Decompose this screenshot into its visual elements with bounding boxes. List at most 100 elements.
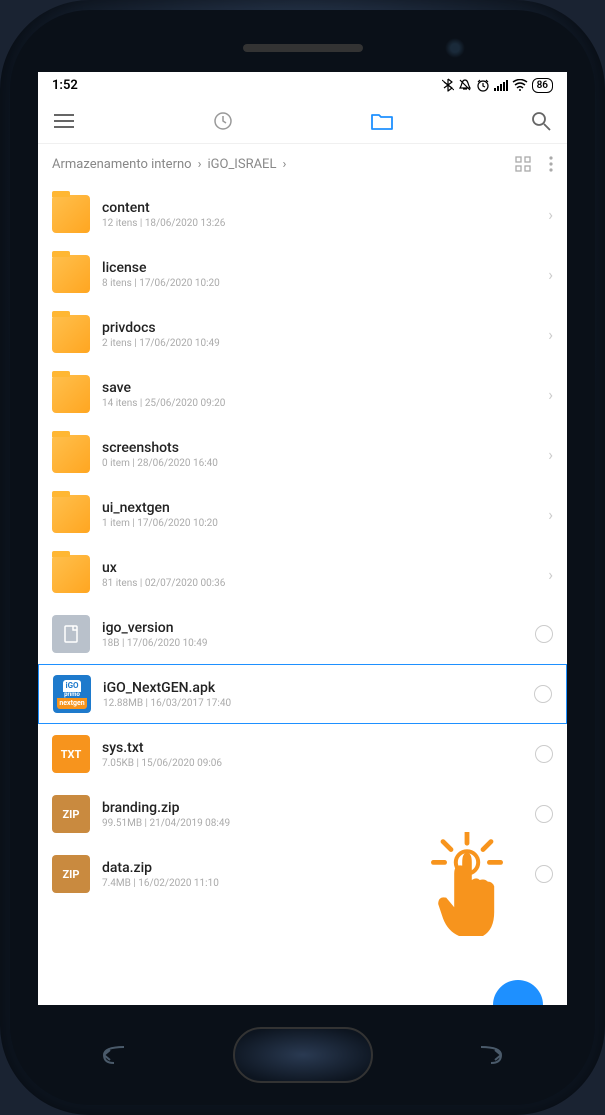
file-meta: 8 itens | 17/06/2020 10:20	[102, 278, 536, 289]
file-name: license	[102, 260, 536, 276]
file-info: save 14 itens | 25/06/2020 09:20	[102, 380, 536, 409]
clock: 1:52	[52, 78, 78, 93]
menu-button[interactable]	[52, 109, 76, 133]
file-row[interactable]: ui_nextgen 1 item | 17/06/2020 10:20 ›	[38, 484, 567, 544]
file-row[interactable]: igo_version 18B | 17/06/2020 10:49	[38, 604, 567, 664]
file-row[interactable]: iGOprimonextgen iGO_NextGEN.apk 12.88MB | …	[38, 664, 567, 724]
file-info: igo_version 18B | 17/06/2020 10:49	[102, 620, 523, 649]
file-meta: 12 itens | 18/06/2020 13:26	[102, 218, 536, 229]
recent-tab[interactable]	[211, 109, 235, 133]
signal-icon	[494, 79, 508, 91]
select-radio[interactable]	[535, 865, 553, 883]
file-meta: 99.51MB | 21/04/2019 08:49	[102, 818, 523, 829]
file-row[interactable]: screenshots 0 item | 28/06/2020 16:40 ›	[38, 424, 567, 484]
chevron-right-icon: ›	[198, 157, 202, 172]
zip-icon: ZIP	[52, 855, 90, 893]
file-info: sys.txt 7.05KB | 15/06/2020 09:06	[102, 740, 523, 769]
file-row[interactable]: privdocs 2 itens | 17/06/2020 10:49 ›	[38, 304, 567, 364]
file-row[interactable]: TXT sys.txt 7.05KB | 15/06/2020 09:06	[38, 724, 567, 784]
file-meta: 7.05KB | 15/06/2020 09:06	[102, 758, 523, 769]
file-info: ui_nextgen 1 item | 17/06/2020 10:20	[102, 500, 536, 529]
file-meta: 81 itens | 02/07/2020 00:36	[102, 578, 536, 589]
document-icon	[52, 615, 90, 653]
android-home-button[interactable]	[233, 1027, 373, 1083]
speaker-grille	[243, 44, 363, 52]
front-camera	[445, 38, 465, 58]
file-info: branding.zip 99.51MB | 21/04/2019 08:49	[102, 800, 523, 829]
file-name: content	[102, 200, 536, 216]
screen: 1:52 8	[38, 72, 567, 1005]
chevron-right-icon: ›	[282, 157, 286, 172]
file-name: ui_nextgen	[102, 500, 536, 516]
search-button[interactable]	[529, 109, 553, 133]
chevron-right-icon: ›	[548, 505, 553, 524]
file-name: sys.txt	[102, 740, 523, 756]
breadcrumb-bar: Armazenamento interno › iGO_ISRAEL ›	[38, 144, 567, 184]
android-back-button[interactable]	[100, 1045, 126, 1065]
bluetooth-icon	[442, 78, 454, 92]
status-icons: 86	[442, 78, 553, 93]
folder-icon	[52, 195, 90, 233]
folder-icon	[52, 315, 90, 353]
folder-icon	[52, 375, 90, 413]
chevron-right-icon: ›	[548, 325, 553, 344]
file-row[interactable]: content 12 itens | 18/06/2020 13:26 ›	[38, 184, 567, 244]
file-row[interactable]: save14 itens | 25/06/2020 09:20›	[38, 364, 567, 424]
select-radio[interactable]	[534, 685, 552, 703]
alarm-icon	[476, 78, 490, 92]
file-name: screenshots	[102, 440, 536, 456]
folder-icon	[52, 255, 90, 293]
breadcrumb-actions	[515, 156, 553, 172]
dnd-icon	[458, 78, 472, 92]
file-row[interactable]: ZIP data.zip 7.4MB | 16/02/2020 11:10	[38, 844, 567, 904]
file-info: screenshots 0 item | 28/06/2020 16:40	[102, 440, 536, 469]
file-name: igo_version	[102, 620, 523, 636]
folder-icon	[52, 495, 90, 533]
overflow-menu-button[interactable]	[549, 156, 553, 172]
chevron-right-icon: ›	[548, 205, 553, 224]
file-meta: 0 item | 28/06/2020 16:40	[102, 458, 536, 469]
zip-icon: ZIP	[52, 795, 90, 833]
toolbar	[38, 98, 567, 144]
status-bar: 1:52 8	[38, 72, 567, 98]
file-name: branding.zip	[102, 800, 523, 816]
wifi-icon	[512, 79, 528, 91]
chevron-right-icon: ›	[548, 565, 553, 584]
file-row[interactable]: license8 itens | 17/06/2020 10:20›	[38, 244, 567, 304]
file-row[interactable]: ZIP branding.zip 99.51MB | 21/04/2019 08:4…	[38, 784, 567, 844]
select-radio[interactable]	[535, 805, 553, 823]
chevron-right-icon: ›	[548, 445, 553, 464]
file-row[interactable]: ux 81 itens | 02/07/2020 00:36 ›	[38, 544, 567, 604]
file-meta: 2 itens | 17/06/2020 10:49	[102, 338, 536, 349]
folder-icon	[52, 555, 90, 593]
phone-bezel: 1:52 8	[10, 10, 595, 1105]
breadcrumb-folder[interactable]: iGO_ISRAEL	[207, 157, 276, 172]
file-meta: 12.88MB | 16/03/2017 17:40	[103, 698, 522, 709]
apk-icon: iGOprimonextgen	[53, 675, 91, 713]
file-list[interactable]: content 12 itens | 18/06/2020 13:26 › licen…	[38, 184, 567, 1005]
file-name: iGO_NextGEN.apk	[103, 680, 522, 696]
files-tab[interactable]	[370, 109, 394, 133]
file-info: ux 81 itens | 02/07/2020 00:36	[102, 560, 536, 589]
file-name: data.zip	[102, 860, 523, 876]
battery-indicator: 86	[532, 78, 553, 93]
breadcrumb[interactable]: Armazenamento interno › iGO_ISRAEL ›	[52, 157, 286, 172]
file-info: data.zip 7.4MB | 16/02/2020 11:10	[102, 860, 523, 889]
grid-view-button[interactable]	[515, 156, 531, 172]
file-name: save	[102, 380, 536, 396]
txt-icon: TXT	[52, 735, 90, 773]
file-info: license 8 itens | 17/06/2020 10:20	[102, 260, 536, 289]
file-meta: 7.4MB | 16/02/2020 11:10	[102, 878, 523, 889]
file-meta: 14 itens | 25/06/2020 09:20	[102, 398, 536, 409]
android-recent-button[interactable]	[479, 1045, 505, 1065]
select-radio[interactable]	[535, 745, 553, 763]
file-info: content 12 itens | 18/06/2020 13:26	[102, 200, 536, 229]
breadcrumb-root[interactable]: Armazenamento interno	[52, 157, 192, 172]
file-info: privdocs 2 itens | 17/06/2020 10:49	[102, 320, 536, 349]
file-meta: 18B | 17/06/2020 10:49	[102, 638, 523, 649]
select-radio[interactable]	[535, 625, 553, 643]
file-name: privdocs	[102, 320, 536, 336]
phone-frame: 1:52 8	[0, 0, 605, 1115]
file-meta: 1 item | 17/06/2020 10:20	[102, 518, 536, 529]
file-name: ux	[102, 560, 536, 576]
